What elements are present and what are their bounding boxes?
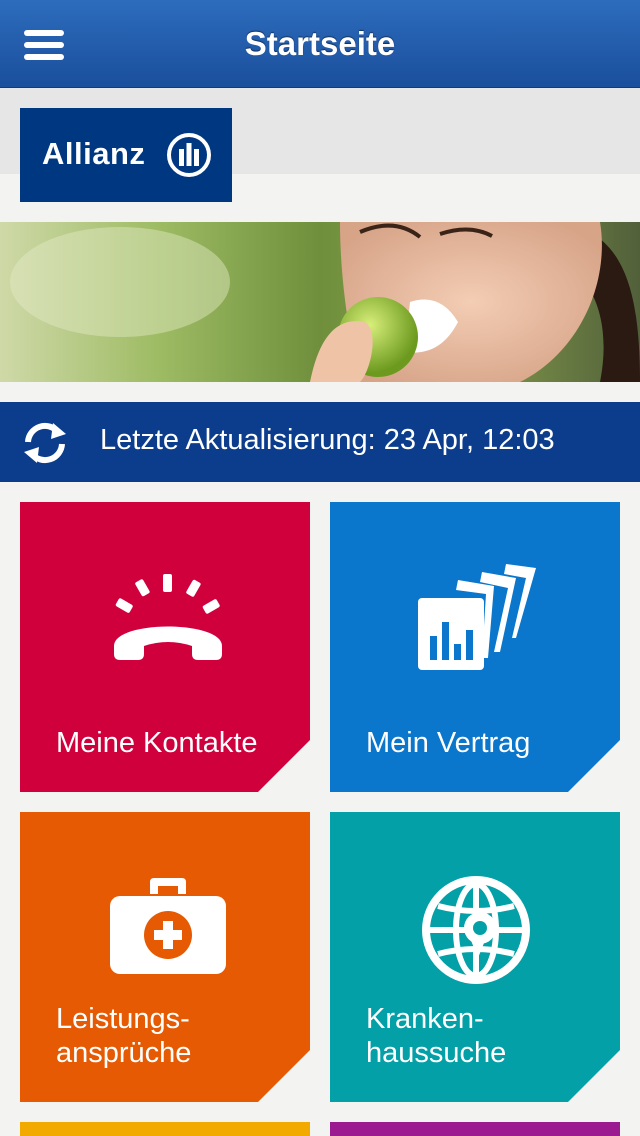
allianz-logo: Allianz (20, 108, 232, 202)
last-update-bar[interactable]: Letzte Aktualisierung: 23 Apr, 12:03 (0, 402, 640, 482)
last-update-text: Letzte Aktualisierung: 23 Apr, 12:03 (100, 424, 555, 456)
tile-partial-purple[interactable] (330, 1122, 620, 1136)
tile-label-line-2: haussuche (366, 1037, 507, 1069)
tile-meine-kontakte[interactable]: Meine Kontakte (20, 502, 310, 792)
phone-icon (114, 574, 222, 660)
first-aid-kit-icon (110, 878, 226, 974)
tile-label-line-1: Leistungs- (56, 1003, 190, 1035)
allianz-eagle-icon (167, 133, 211, 177)
hero-woman-apple-image (0, 222, 640, 382)
tile-label: Mein Vertrag (366, 727, 531, 759)
globe-location-icon (422, 876, 530, 984)
tile-label-line-2: ansprüche (56, 1037, 192, 1069)
refresh-icon[interactable] (20, 420, 70, 466)
navigation-bar: Startseite (0, 0, 640, 88)
tile-label: Meine Kontakte (56, 727, 258, 759)
logo-wordmark: Allianz (42, 136, 146, 171)
hero-image (0, 222, 640, 382)
tile-mein-vertrag[interactable]: Mein Vertrag (330, 502, 620, 792)
tile-leistungsansprueche[interactable]: Leistungs- ansprüche (20, 812, 310, 1102)
page-title: Startseite (244, 25, 396, 62)
tile-label-line-1: Kranken- (366, 1003, 484, 1035)
tile-krankenhaussuche[interactable]: Kranken- haussuche (330, 812, 620, 1102)
tile-partial-yellow[interactable] (20, 1122, 310, 1136)
contract-chart-icon (418, 564, 536, 670)
